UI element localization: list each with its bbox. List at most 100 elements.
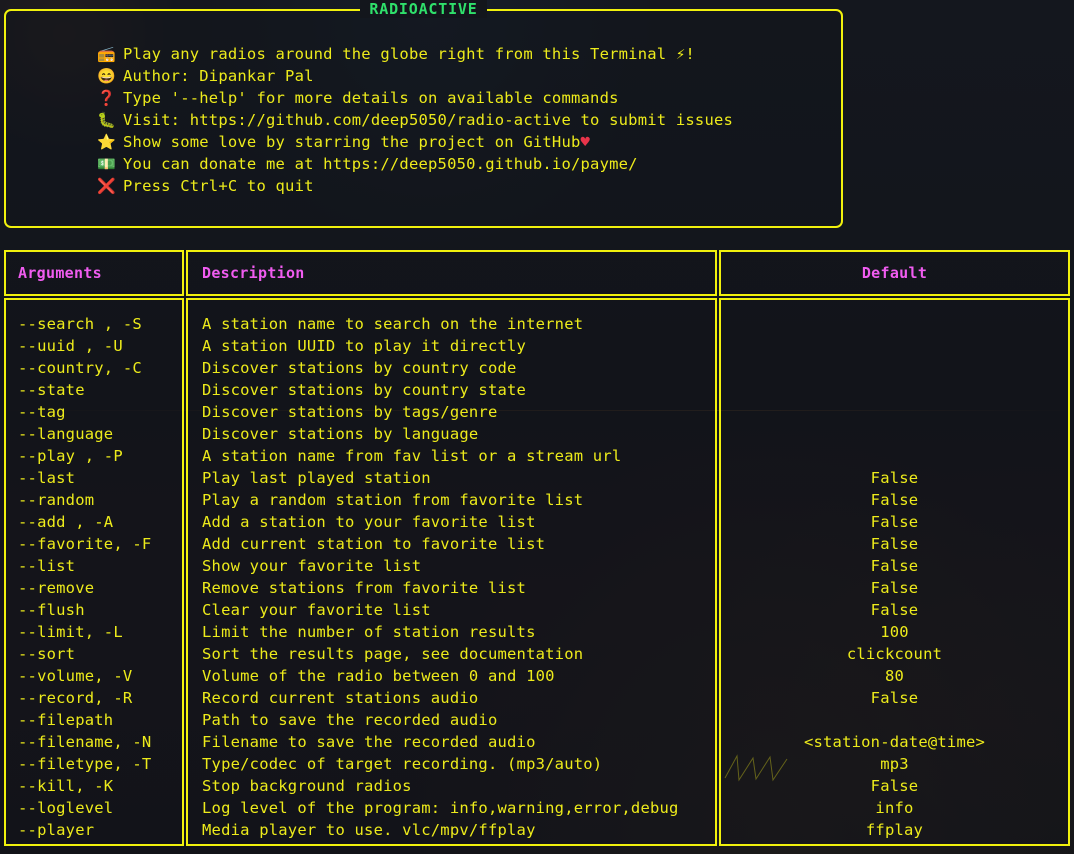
description-cell: Path to save the recorded audio	[202, 711, 498, 729]
default-cell	[721, 445, 1068, 467]
argument-cell: --filetype, -T	[18, 755, 152, 773]
argument-cell: --random	[18, 491, 95, 509]
caterpillar-icon: 🐛	[97, 111, 116, 129]
column-defaults: False False False False False False False 100 cl…	[719, 298, 1070, 846]
default-cell: False	[870, 557, 919, 575]
default-cell: mp3	[880, 755, 909, 773]
info-line-text: Show some love by starring the project o…	[123, 133, 581, 151]
header-cell-arguments: Arguments	[4, 250, 184, 296]
info-line: 🐛 Visit: https://github.com/deep5050/rad…	[97, 109, 831, 131]
info-line-text: Play any radios around the globe right f…	[123, 45, 695, 63]
argument-cell: --country, -C	[18, 359, 142, 377]
column-descriptions: A station name to search on the internet…	[186, 298, 717, 846]
default-cell: info	[875, 799, 914, 817]
heart-icon: ♥	[580, 133, 590, 151]
default-cell	[721, 423, 1068, 445]
default-cell: False	[870, 689, 919, 707]
info-line-text[interactable]: Visit: https://github.com/deep5050/radio…	[123, 111, 733, 129]
info-line-list: 📻 Play any radios around the globe right…	[97, 43, 831, 197]
description-cell: Play a random station from favorite list	[202, 491, 584, 509]
info-line: 📻 Play any radios around the globe right…	[97, 43, 831, 65]
info-line: 😄 Author: Dipankar Pal	[97, 65, 831, 87]
argument-cell: --list	[18, 557, 76, 575]
argument-cell: --state	[18, 381, 85, 399]
info-line-text: Type '--help' for more details on availa…	[123, 89, 619, 107]
description-cell: Discover stations by country state	[202, 381, 527, 399]
default-cell: 80	[884, 667, 905, 685]
default-cell: False	[870, 601, 919, 619]
argument-cell: --language	[18, 425, 114, 443]
description-cell: Media player to use. vlc/mpv/ffplay	[202, 821, 536, 839]
argument-cell: --loglevel	[18, 799, 114, 817]
header-cell-description: Description	[186, 250, 717, 296]
description-cell: Limit the number of station results	[202, 623, 536, 641]
info-line: ❌ Press Ctrl+C to quit	[97, 175, 831, 197]
default-cell: False	[870, 469, 919, 487]
default-cell	[721, 709, 1068, 731]
description-cell: Show your favorite list	[202, 557, 422, 575]
banknote-icon: 💵	[97, 155, 116, 173]
default-cell: clickcount	[846, 645, 943, 663]
description-cell: Stop background radios	[202, 777, 412, 795]
radioactive-info-panel: RADIOACTIVE 📻 Play any radios around the…	[4, 0, 843, 228]
argument-cell: --filename, -N	[18, 733, 152, 751]
info-line-text: Press Ctrl+C to quit	[123, 177, 314, 195]
description-cell: Remove stations from favorite list	[202, 579, 527, 597]
info-line: ⭐ Show some love by starring the project…	[97, 131, 831, 153]
default-cell	[721, 357, 1068, 379]
default-cell	[721, 335, 1068, 357]
default-cell: False	[870, 579, 919, 597]
description-cell: Sort the results page, see documentation	[202, 645, 584, 663]
default-cell: ffplay	[865, 821, 924, 839]
default-cell	[721, 313, 1068, 335]
header-label-default: Default	[861, 264, 928, 282]
description-cell: A station UUID to play it directly	[202, 337, 527, 355]
default-cell: False	[870, 513, 919, 531]
info-line: 💵 You can donate me at https://deep5050.…	[97, 153, 831, 175]
panel-title: RADIOACTIVE	[6, 0, 841, 18]
grinning-face-icon: 😄	[97, 67, 116, 85]
argument-cell: --last	[18, 469, 76, 487]
default-cell: False	[870, 491, 919, 509]
description-cell: Add current station to favorite list	[202, 535, 546, 553]
argument-cell: --limit, -L	[18, 623, 123, 641]
info-line: ❓ Type '--help' for more details on avai…	[97, 87, 831, 109]
default-cell: 100	[880, 623, 909, 641]
argument-cell: --record, -R	[18, 689, 133, 707]
description-cell: Filename to save the recorded audio	[202, 733, 536, 751]
argument-cell: --filepath	[18, 711, 114, 729]
panel-title-text: RADIOACTIVE	[360, 0, 487, 18]
default-cell: False	[870, 535, 919, 553]
argument-cell: --add , -A	[18, 513, 114, 531]
question-mark-icon: ❓	[97, 89, 116, 107]
argument-cell: --play , -P	[18, 447, 123, 465]
header-cell-default: Default	[719, 250, 1070, 296]
argument-cell: --sort	[18, 645, 76, 663]
arguments-table: Arguments Description Default --search ,…	[4, 250, 1070, 848]
argument-cell: --search , -S	[18, 315, 142, 333]
argument-cell: --kill, -K	[18, 777, 114, 795]
description-cell: Log level of the program: info,warning,e…	[202, 799, 679, 817]
table-body-row: --search , -S --uuid , -U --country, -C --s…	[4, 298, 1070, 846]
description-cell: Record current stations audio	[202, 689, 479, 707]
info-line-text[interactable]: You can donate me at https://deep5050.gi…	[123, 155, 638, 173]
cross-mark-icon: ❌	[97, 177, 116, 195]
header-label-description: Description	[202, 264, 305, 282]
description-cell: Volume of the radio between 0 and 100	[202, 667, 555, 685]
description-cell: Discover stations by tags/genre	[202, 403, 498, 421]
description-cell: Discover stations by language	[202, 425, 479, 443]
info-line-text: Author: Dipankar Pal	[123, 67, 314, 85]
description-cell: Play last played station	[202, 469, 431, 487]
argument-cell: --volume, -V	[18, 667, 133, 685]
description-cell: Add a station to your favorite list	[202, 513, 536, 531]
argument-cell: --tag	[18, 403, 66, 421]
header-label-arguments: Arguments	[18, 264, 102, 282]
column-arguments: --search , -S --uuid , -U --country, -C --s…	[4, 298, 184, 846]
argument-cell: --flush	[18, 601, 85, 619]
description-cell: A station name from fav list or a stream…	[202, 447, 622, 465]
argument-cell: --uuid , -U	[18, 337, 123, 355]
description-cell: Clear your favorite list	[202, 601, 431, 619]
default-cell: <station-date@time>	[803, 733, 986, 751]
default-cell: False	[870, 777, 919, 795]
star-icon: ⭐	[97, 133, 116, 151]
